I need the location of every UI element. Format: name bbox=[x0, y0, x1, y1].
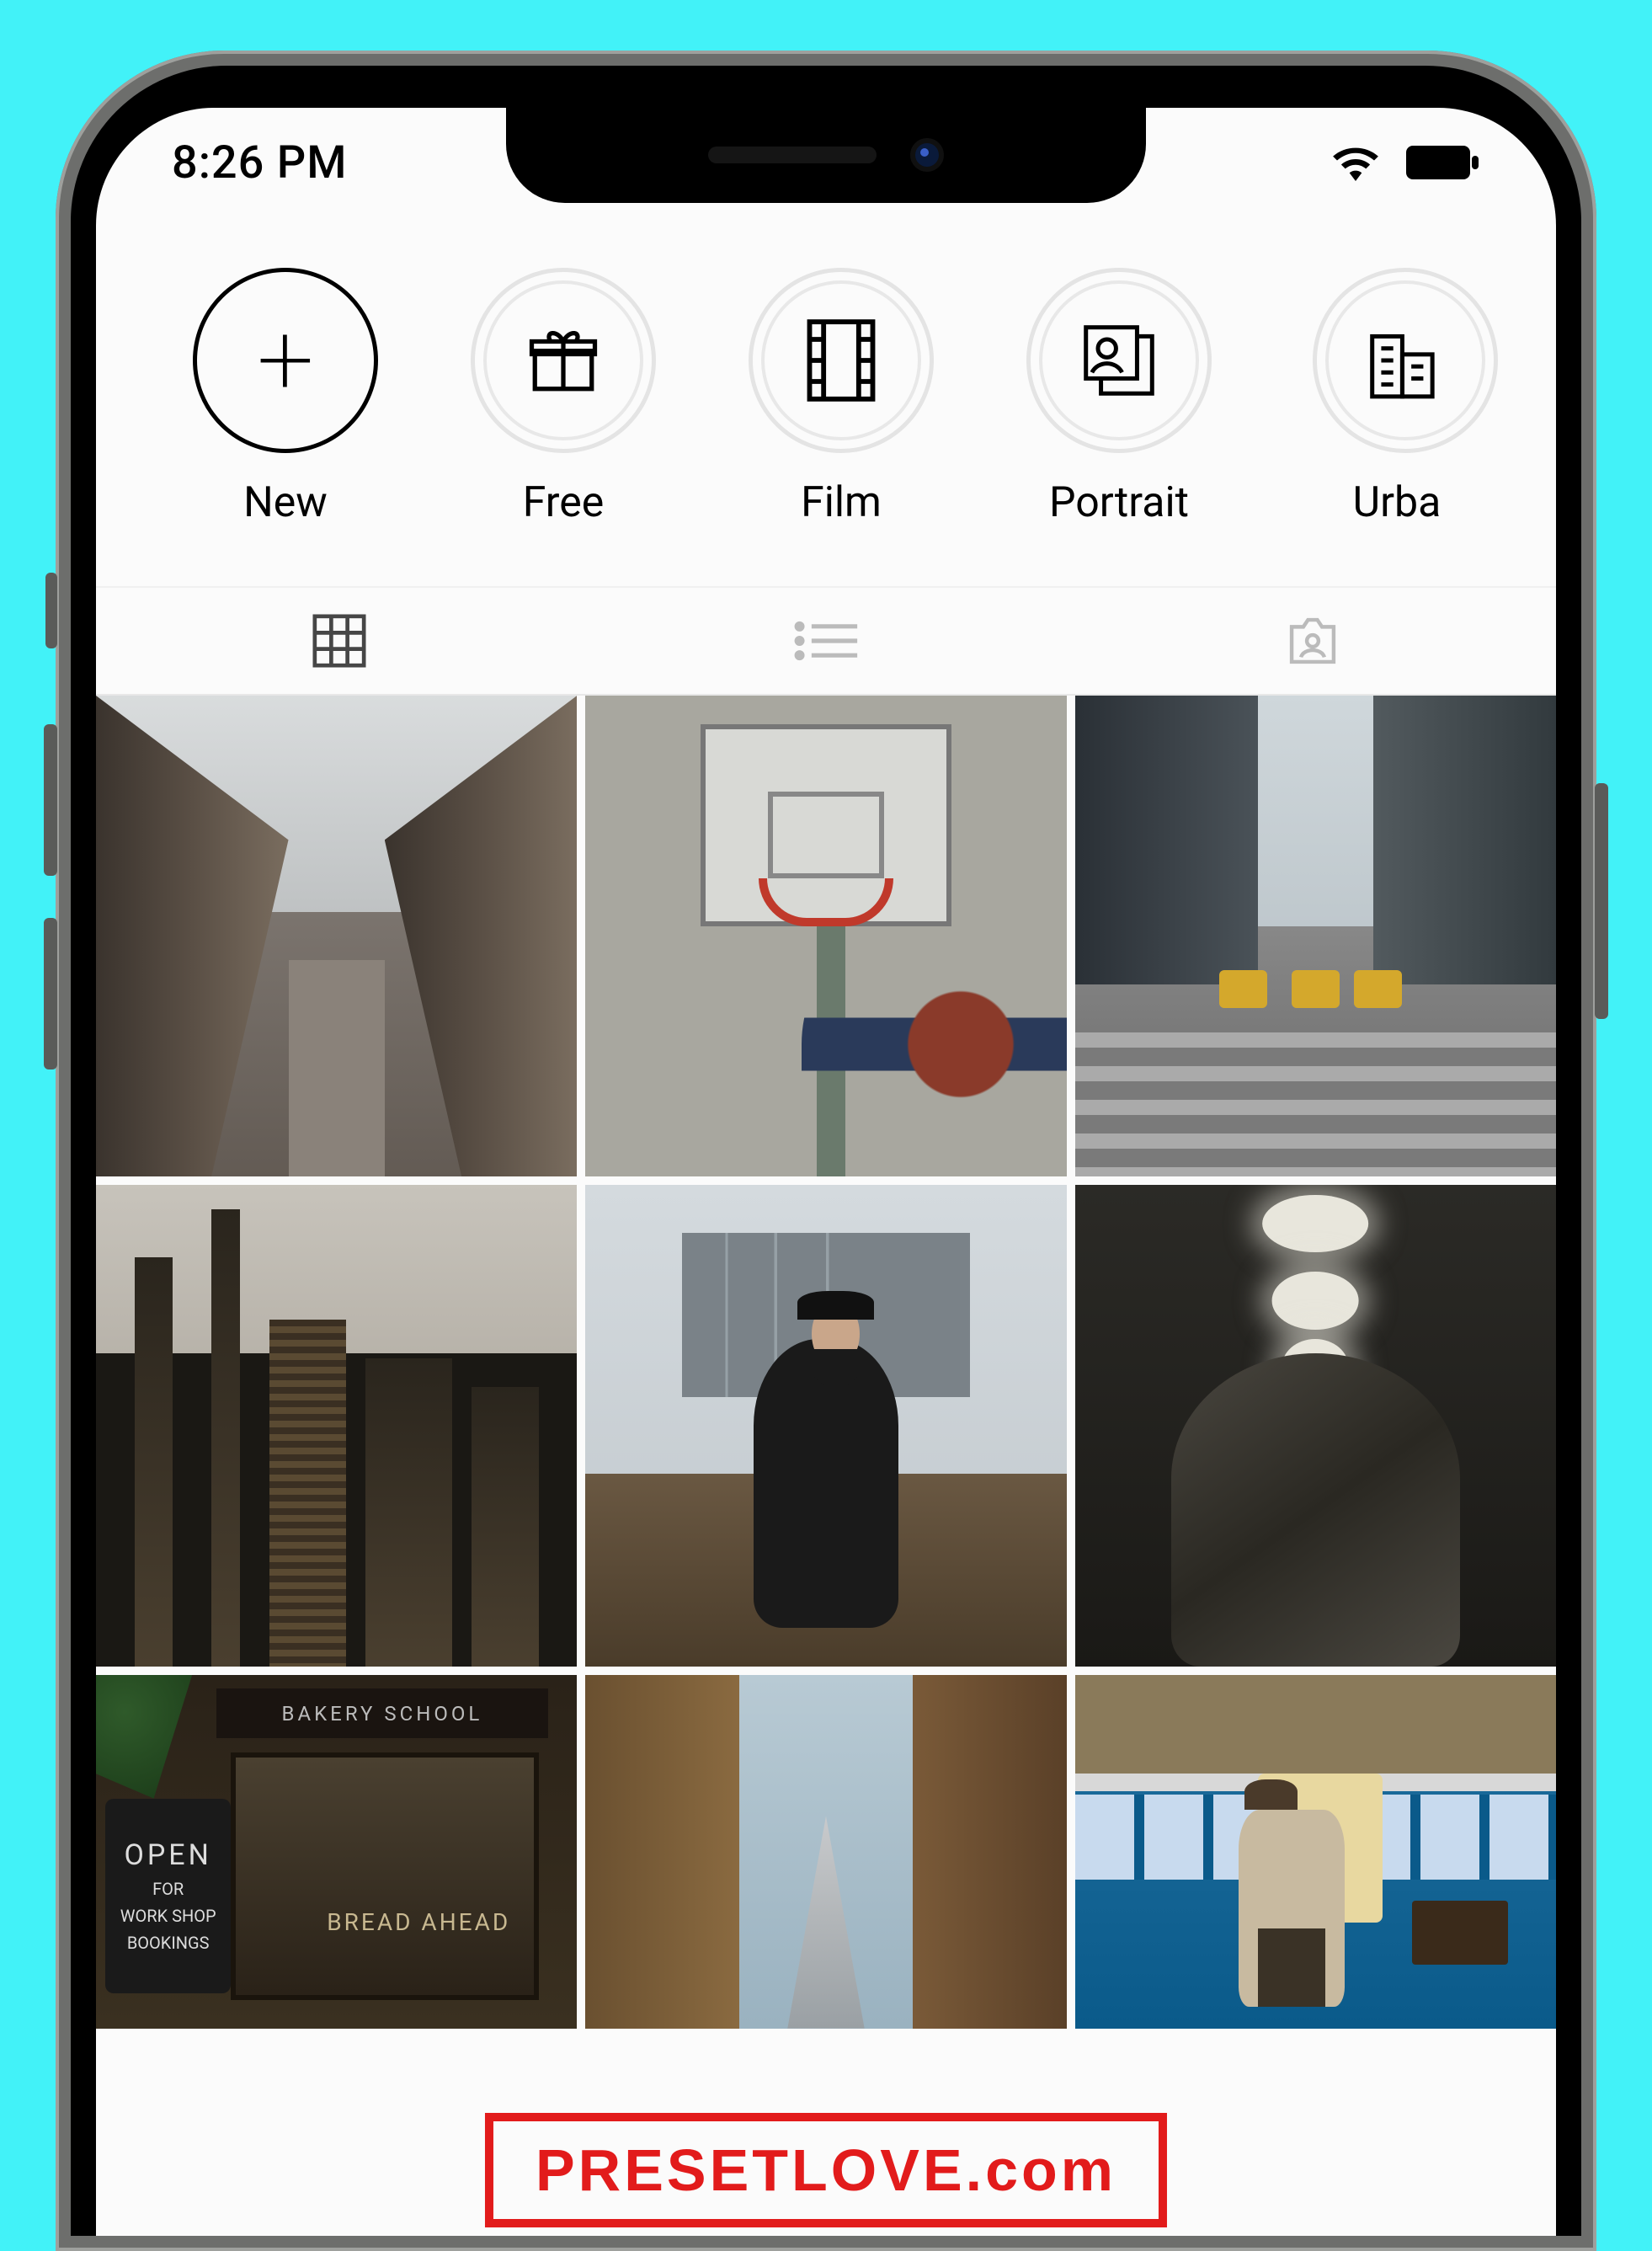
portrait-icon[interactable] bbox=[1026, 268, 1212, 453]
side-button bbox=[1595, 783, 1608, 1019]
tab-tagged[interactable] bbox=[1069, 611, 1556, 671]
speaker bbox=[708, 147, 877, 163]
highlight-urban[interactable]: Urba bbox=[1258, 268, 1536, 527]
highlight-label: Free bbox=[523, 478, 605, 527]
front-camera bbox=[910, 138, 944, 172]
notch bbox=[506, 106, 1146, 203]
status-time: 8:26 PM bbox=[172, 136, 347, 189]
battery-icon bbox=[1406, 146, 1480, 179]
list-icon bbox=[792, 616, 860, 666]
gift-icon[interactable] bbox=[471, 268, 656, 453]
photo-thumb[interactable] bbox=[1075, 1675, 1556, 2029]
highlight-label: New bbox=[243, 478, 328, 527]
highlight-film[interactable]: Film bbox=[702, 268, 980, 527]
phone-bezel: 8:26 PM + New bbox=[71, 66, 1581, 2236]
photo-thumb[interactable]: BAKERY SCHOOL BREAD AHEAD OPEN FOR WORK … bbox=[96, 1675, 577, 2029]
wifi-icon bbox=[1330, 144, 1381, 181]
highlight-free[interactable]: Free bbox=[424, 268, 702, 527]
film-icon[interactable] bbox=[749, 268, 934, 453]
highlight-new[interactable]: + New bbox=[147, 268, 424, 527]
buildings-icon[interactable] bbox=[1313, 268, 1498, 453]
grid-icon bbox=[310, 611, 369, 670]
photo-thumb[interactable] bbox=[96, 1185, 577, 1666]
side-button bbox=[44, 918, 57, 1069]
photo-thumb[interactable] bbox=[585, 1185, 1066, 1666]
photo-thumb[interactable] bbox=[96, 696, 577, 1176]
photo-thumb[interactable] bbox=[1075, 1185, 1556, 1666]
bakery-sign-line: FOR bbox=[152, 1879, 184, 1899]
photo-thumb[interactable] bbox=[585, 1675, 1066, 2029]
bakery-sign-line: WORK SHOP bbox=[120, 1906, 216, 1926]
bakery-sign-open: OPEN bbox=[124, 1838, 211, 1872]
tab-list[interactable] bbox=[583, 616, 1069, 666]
photo-thumb[interactable] bbox=[1075, 696, 1556, 1176]
bakery-sign-line: BOOKINGS bbox=[127, 1933, 210, 1953]
bakery-window-text: BREAD AHEAD bbox=[327, 1908, 510, 1936]
view-tabs bbox=[96, 586, 1556, 696]
photo-grid: BAKERY SCHOOL BREAD AHEAD OPEN FOR WORK … bbox=[96, 1675, 1556, 2029]
highlight-label: Portrait bbox=[1049, 478, 1189, 527]
highlight-label: Film bbox=[801, 478, 882, 527]
phone-frame: 8:26 PM + New bbox=[56, 51, 1596, 2251]
tab-grid[interactable] bbox=[96, 611, 583, 670]
side-button bbox=[45, 573, 57, 648]
side-button bbox=[44, 724, 57, 876]
photo-grid bbox=[96, 696, 1556, 1667]
highlight-label: Urba bbox=[1353, 478, 1442, 527]
screen: 8:26 PM + New bbox=[96, 108, 1556, 2236]
bakery-awning-text: BAKERY SCHOOL bbox=[216, 1688, 548, 1738]
tagged-icon bbox=[1282, 611, 1343, 671]
photo-thumb[interactable] bbox=[585, 696, 1066, 1176]
plus-icon[interactable]: + bbox=[193, 268, 378, 453]
highlight-portrait[interactable]: Portrait bbox=[980, 268, 1258, 527]
highlights-row[interactable]: + New Free bbox=[96, 217, 1556, 552]
watermark: PRESETLOVE.com bbox=[485, 2113, 1167, 2227]
